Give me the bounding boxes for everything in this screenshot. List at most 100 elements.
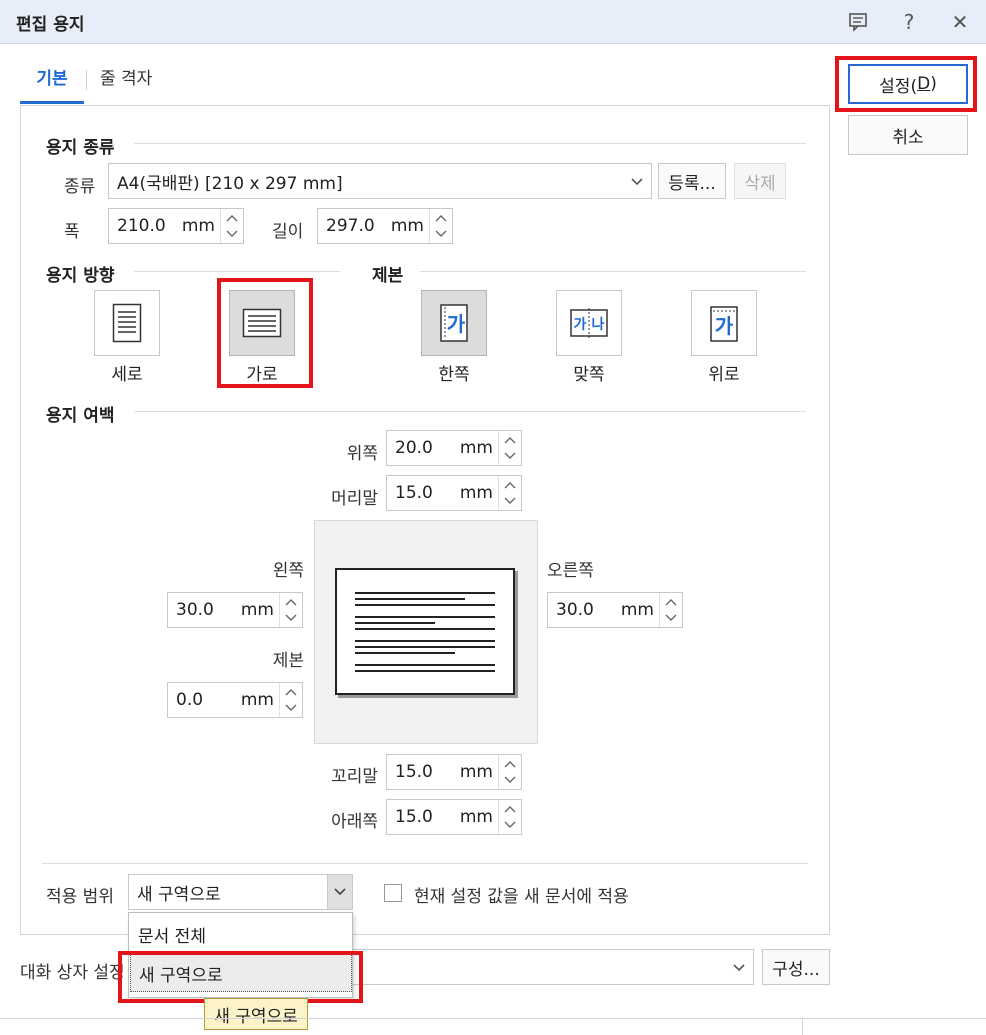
binding-heading: 제본 xyxy=(372,266,404,286)
landscape-option[interactable] xyxy=(229,290,295,356)
facing-pages-binding-icon: 가나 xyxy=(570,308,608,338)
binding-single-label: 한쪽 xyxy=(438,365,470,385)
delete-button[interactable]: 삭제 xyxy=(734,163,786,199)
ok-button[interactable]: 설정(D) xyxy=(848,64,968,104)
binding-top-label: 위로 xyxy=(708,365,740,385)
landscape-page-icon xyxy=(242,308,282,338)
top-margin-label: 위쪽 xyxy=(346,444,378,464)
apply-new-doc-label: 현재 설정 값을 새 문서에 적용 xyxy=(414,887,629,907)
left-margin-value: 30.0 xyxy=(176,600,214,620)
binding-single-glyph: 가 xyxy=(447,312,466,336)
comment-icon[interactable] xyxy=(844,8,872,36)
apply-new-doc-checkbox[interactable] xyxy=(384,884,402,902)
height-spinner[interactable]: 297.0 mm xyxy=(317,208,453,244)
divider xyxy=(134,411,806,412)
portrait-option[interactable] xyxy=(94,290,160,356)
portrait-label: 세로 xyxy=(111,365,143,385)
paper-type-value: A4(국배판) [210 x 297 mm] xyxy=(117,173,343,194)
width-unit: mm xyxy=(181,216,215,236)
tooltip: 새 구역으로 xyxy=(204,998,308,1030)
apply-scope-label: 적용 범위 xyxy=(46,887,114,907)
gutter-margin-label: 제본 xyxy=(272,651,304,671)
help-icon[interactable]: ? xyxy=(895,8,923,36)
chevron-down-icon xyxy=(631,178,643,186)
orientation-heading: 용지 방향 xyxy=(46,266,115,286)
height-label: 길이 xyxy=(272,222,304,242)
dialog-title: 편집 용지 xyxy=(16,15,85,35)
spinner-arrows[interactable] xyxy=(220,209,243,243)
bottom-border xyxy=(0,1018,986,1019)
divider xyxy=(420,271,806,272)
right-margin-spinner[interactable]: 30.0 mm xyxy=(547,592,683,628)
divider xyxy=(42,863,808,864)
footer-margin-spinner[interactable]: 15.0 mm xyxy=(386,754,522,790)
chevron-down-icon xyxy=(733,964,745,972)
height-value: 297.0 xyxy=(326,216,375,236)
top-binding-icon: 가 xyxy=(710,306,738,342)
top-margin-value: 20.0 xyxy=(395,438,433,458)
spinner-arrows[interactable] xyxy=(659,593,682,627)
spinner-arrows[interactable] xyxy=(498,755,521,789)
divider xyxy=(134,143,806,144)
gutter-margin-unit: mm xyxy=(240,690,274,710)
highlight-box-new-section xyxy=(118,951,363,1003)
right-margin-value: 30.0 xyxy=(556,600,594,620)
register-button[interactable]: 등록... xyxy=(658,163,726,199)
bottom-margin-label: 아래쪽 xyxy=(331,812,378,832)
left-margin-label: 왼쪽 xyxy=(272,561,304,581)
ok-label-suffix: ) xyxy=(930,74,937,94)
binding-single-option[interactable]: 가 xyxy=(421,290,487,356)
page-preview xyxy=(335,568,515,695)
dropdown-option-whole-document[interactable]: 문서 전체 xyxy=(130,915,352,953)
margins-heading: 용지 여백 xyxy=(46,406,115,426)
bottom-margin-value: 15.0 xyxy=(395,807,433,827)
tab-line-grid[interactable]: 줄 격자 xyxy=(100,66,152,104)
binding-top-glyph: 가 xyxy=(715,314,734,338)
bottom-divider xyxy=(802,1018,803,1035)
gutter-margin-spinner[interactable]: 0.0 mm xyxy=(167,682,303,718)
header-margin-spinner[interactable]: 15.0 mm xyxy=(386,475,522,511)
configure-button[interactable]: 구성... xyxy=(762,949,830,985)
spinner-arrows[interactable] xyxy=(498,800,521,834)
bottom-margin-unit: mm xyxy=(459,807,493,827)
ok-mnemonic: D xyxy=(917,74,931,94)
chevron-down-icon xyxy=(334,888,346,896)
portrait-page-icon xyxy=(112,303,142,343)
binding-facing-glyph-left: 가 xyxy=(574,317,587,333)
spinner-arrows[interactable] xyxy=(498,431,521,465)
single-side-binding-icon: 가 xyxy=(440,304,468,342)
top-margin-spinner[interactable]: 20.0 mm xyxy=(386,430,522,466)
binding-top-option[interactable]: 가 xyxy=(691,290,757,356)
bottom-margin-spinner[interactable]: 15.0 mm xyxy=(386,799,522,835)
dialog-settings-select[interactable] xyxy=(352,949,754,985)
spinner-arrows[interactable] xyxy=(279,593,302,627)
left-margin-spinner[interactable]: 30.0 mm xyxy=(167,592,303,628)
header-margin-unit: mm xyxy=(459,483,493,503)
left-margin-unit: mm xyxy=(240,600,274,620)
right-margin-label: 오른쪽 xyxy=(547,561,594,581)
footer-margin-unit: mm xyxy=(459,762,493,782)
header-margin-value: 15.0 xyxy=(395,483,433,503)
cancel-button[interactable]: 취소 xyxy=(848,115,968,155)
width-spinner[interactable]: 210.0 mm xyxy=(108,208,244,244)
footer-margin-label: 꼬리말 xyxy=(331,767,378,787)
binding-facing-label: 맞쪽 xyxy=(573,365,605,385)
tab-separator xyxy=(86,70,87,90)
paper-type-label: 종류 xyxy=(64,177,96,197)
spinner-arrows[interactable] xyxy=(279,683,302,717)
footer-margin-value: 15.0 xyxy=(395,762,433,782)
paper-type-heading: 용지 종류 xyxy=(46,138,115,158)
apply-scope-select[interactable]: 새 구역으로 xyxy=(128,874,353,910)
top-margin-unit: mm xyxy=(459,438,493,458)
paper-type-select[interactable]: A4(국배판) [210 x 297 mm] xyxy=(108,163,652,199)
binding-facing-glyph-right: 나 xyxy=(592,317,605,333)
binding-facing-option[interactable]: 가나 xyxy=(556,290,622,356)
spinner-arrows[interactable] xyxy=(429,209,452,243)
dropdown-button[interactable] xyxy=(327,875,352,909)
close-icon[interactable]: ✕ xyxy=(946,8,974,36)
dialog-settings-label: 대화 상자 설정 xyxy=(20,963,125,983)
width-label: 폭 xyxy=(64,222,80,242)
spinner-arrows[interactable] xyxy=(498,476,521,510)
divider xyxy=(134,271,340,272)
tab-basic[interactable]: 기본 xyxy=(20,66,84,104)
